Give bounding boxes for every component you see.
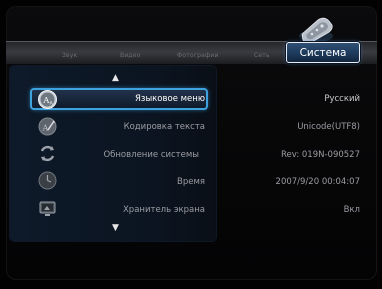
text-encoding-icon: A	[37, 116, 58, 137]
language-icon: A A	[37, 89, 58, 110]
scroll-up-icon[interactable]: ▲	[112, 74, 119, 83]
row-language-label: Языковое меню	[135, 94, 205, 104]
row-language-value: Русский	[324, 94, 360, 104]
tab-sound[interactable]: Звук	[62, 52, 77, 59]
row-screensaver-label[interactable]: Хранитель экрана	[123, 205, 205, 215]
screensaver-icon	[37, 199, 58, 220]
clock-icon	[37, 170, 58, 191]
tab-system-label: Система	[299, 46, 347, 59]
system-update-icon	[37, 143, 58, 164]
row-screensaver-value: Вкл	[343, 205, 360, 215]
tab-network[interactable]: Сеть	[254, 52, 270, 59]
scroll-down-icon[interactable]: ▼	[112, 224, 119, 233]
tab-video[interactable]: Видео	[120, 52, 141, 59]
system-remote-icon	[299, 17, 333, 44]
tab-system[interactable]: Система	[286, 42, 360, 63]
row-time-label[interactable]: Время	[177, 177, 205, 187]
row-system-update-value: Rev: 019N-090527	[281, 150, 360, 160]
row-system-update-label[interactable]: Обновление системы	[103, 150, 199, 160]
row-text-encoding-value: Unicode(UTF8)	[297, 122, 360, 132]
row-time-value: 2007/9/20 00:04:07	[275, 177, 360, 187]
tab-photos[interactable]: Фотографии	[177, 52, 219, 59]
row-text-encoding-label[interactable]: Кодировка текста	[124, 122, 205, 132]
svg-text:A: A	[42, 124, 49, 133]
